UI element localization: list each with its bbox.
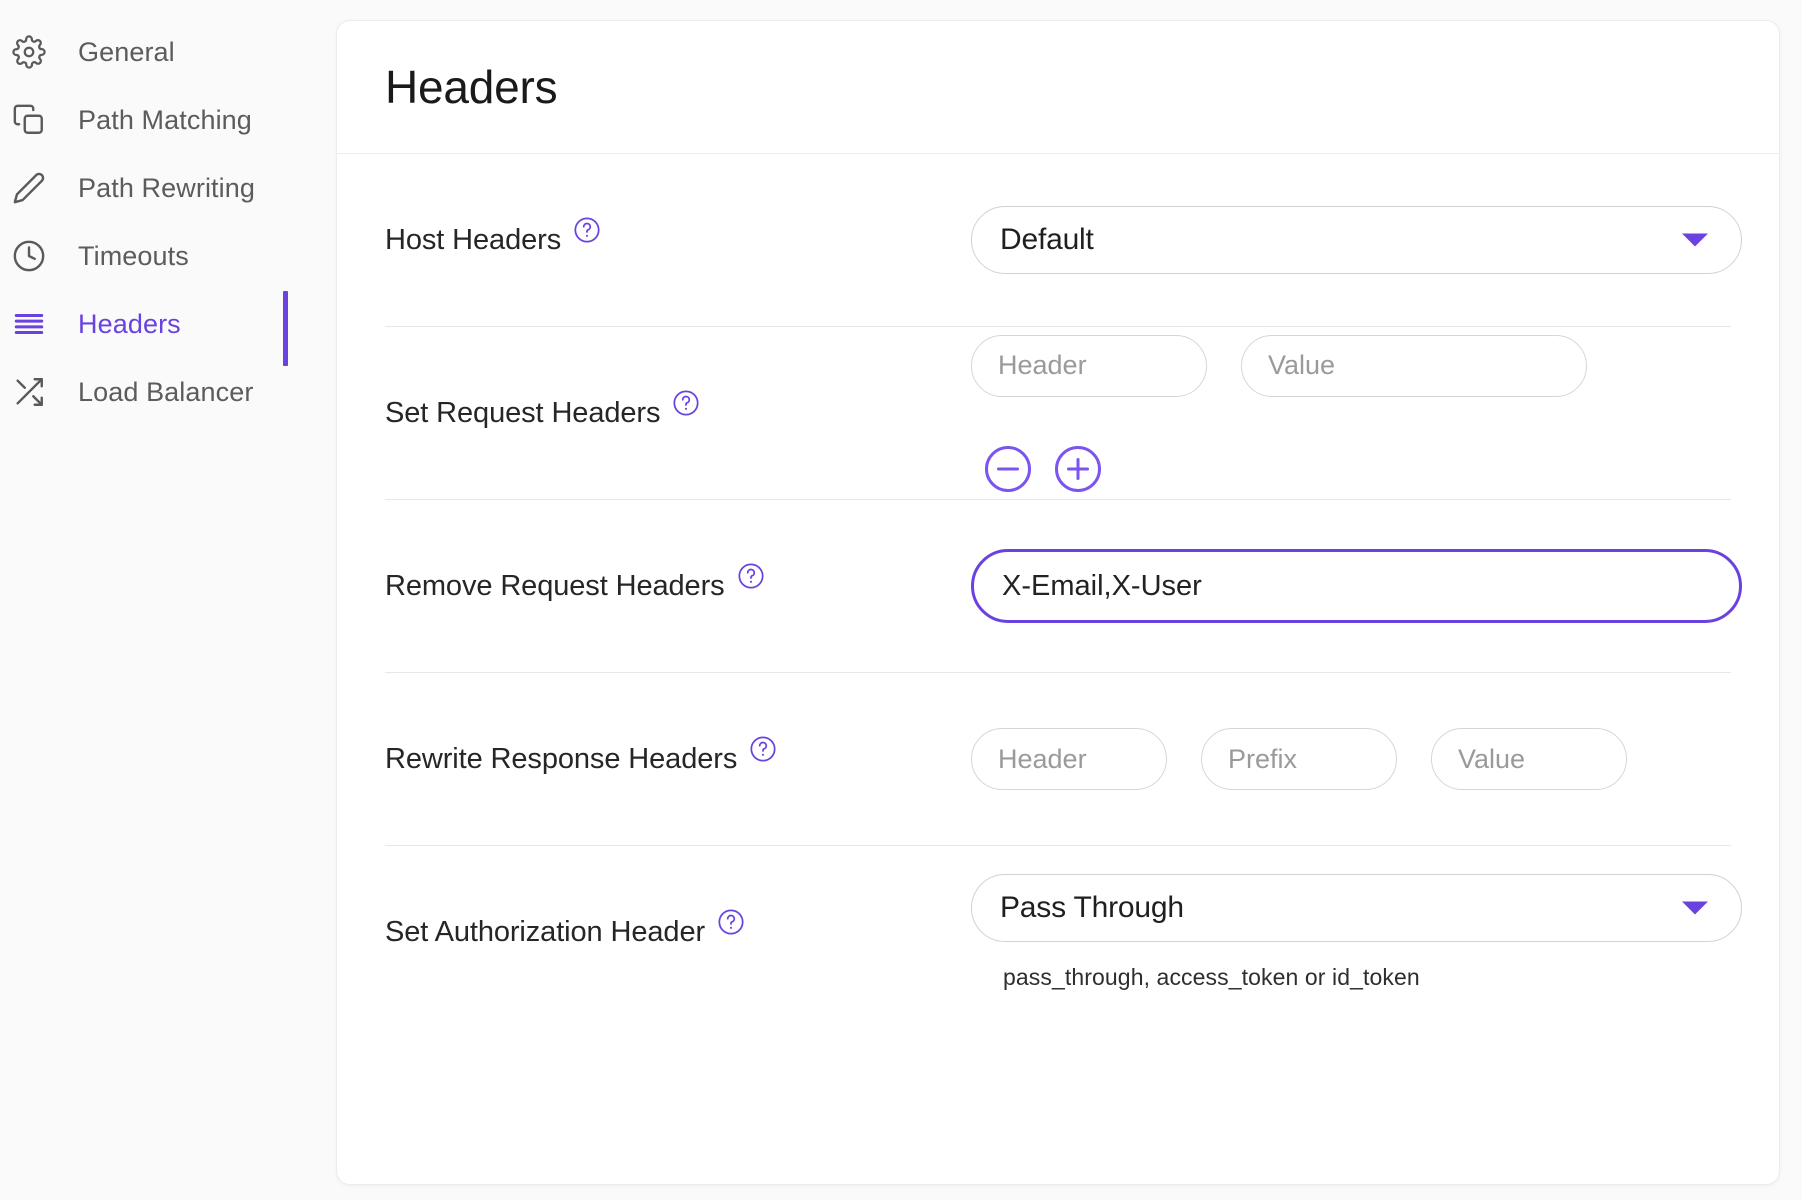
clock-icon (8, 239, 50, 273)
field-control-cell (971, 327, 1731, 499)
question-circle-icon[interactable] (573, 216, 601, 249)
settings-sidebar: General Path Matching Path Rewritin (0, 0, 335, 1200)
field-label-cell: Set Request Headers (385, 327, 971, 499)
sidebar-item-label: Headers (50, 309, 181, 340)
set-request-header-value-input[interactable] (1241, 335, 1587, 397)
question-circle-icon[interactable] (737, 562, 765, 595)
host-headers-select-box[interactable]: Default (971, 206, 1742, 274)
copy-icon (8, 103, 50, 137)
host-headers-select[interactable]: Default (971, 206, 1742, 274)
page-title: Headers (385, 60, 557, 114)
field-control-cell (971, 673, 1731, 845)
set-authorization-header-select[interactable]: Pass Through (971, 874, 1742, 942)
gear-icon (8, 35, 50, 69)
field-label-set-request-headers: Set Request Headers (385, 397, 660, 430)
card-header: Headers (337, 21, 1779, 154)
headers-settings-card: Headers Host Headers (336, 20, 1780, 1185)
field-control-cell: Pass Through pass_through, access_token … (971, 846, 1742, 1018)
set-authorization-header-select-value: Pass Through (1000, 891, 1184, 925)
minus-circle-icon[interactable] (985, 446, 1031, 492)
remove-request-headers-input[interactable] (971, 549, 1742, 623)
field-label-rewrite-response-headers: Rewrite Response Headers (385, 743, 737, 776)
sidebar-item-label: Load Balancer (50, 377, 253, 408)
field-control-cell: Default (971, 154, 1742, 326)
sidebar-item-load-balancer[interactable]: Load Balancer (0, 358, 335, 426)
field-label-host-headers: Host Headers (385, 224, 561, 257)
sidebar-item-timeouts[interactable]: Timeouts (0, 222, 335, 290)
host-headers-select-value: Default (1000, 223, 1094, 257)
rewrite-response-header-value-input[interactable] (1431, 728, 1627, 790)
settings-page: General Path Matching Path Rewritin (0, 0, 1802, 1200)
field-row-set-request-headers: Set Request Headers (385, 327, 1731, 500)
field-row-set-authorization-header: Set Authorization Header Pass Thro (385, 846, 1731, 1018)
field-row-remove-request-headers: Remove Request Headers (385, 500, 1731, 673)
pencil-icon (8, 171, 50, 205)
card-body: Host Headers Default (337, 154, 1779, 1018)
field-row-rewrite-response-headers: Rewrite Response Headers (385, 673, 1731, 846)
sidebar-item-path-rewriting[interactable]: Path Rewriting (0, 154, 335, 222)
plus-circle-icon[interactable] (1055, 446, 1101, 492)
sidebar-item-label: Path Matching (50, 105, 252, 136)
rewrite-response-header-prefix-input[interactable] (1201, 728, 1397, 790)
field-control-cell (971, 500, 1742, 672)
authorization-control-stack: Pass Through pass_through, access_token … (971, 874, 1742, 991)
question-circle-icon[interactable] (717, 908, 745, 941)
list-icon (8, 307, 50, 341)
sidebar-item-general[interactable]: General (0, 18, 335, 86)
field-label-remove-request-headers: Remove Request Headers (385, 570, 725, 603)
set-authorization-header-select-box[interactable]: Pass Through (971, 874, 1742, 942)
field-label-cell: Rewrite Response Headers (385, 673, 971, 845)
authorization-helper-text: pass_through, access_token or id_token (971, 964, 1420, 991)
active-section-indicator (283, 291, 288, 366)
sidebar-item-label: Timeouts (50, 241, 189, 272)
rewrite-response-header-name-input[interactable] (971, 728, 1167, 790)
set-request-headers-actions (985, 446, 1101, 492)
question-circle-icon[interactable] (672, 389, 700, 422)
field-label-set-authorization-header: Set Authorization Header (385, 916, 705, 949)
field-row-host-headers: Host Headers Default (385, 154, 1731, 327)
field-label-cell: Host Headers (385, 154, 971, 326)
field-label-cell: Set Authorization Header (385, 846, 971, 1018)
question-circle-icon[interactable] (749, 735, 777, 768)
sidebar-item-label: General (50, 37, 175, 68)
set-request-header-name-input[interactable] (971, 335, 1207, 397)
sidebar-item-label: Path Rewriting (50, 173, 255, 204)
field-label-cell: Remove Request Headers (385, 500, 971, 672)
sidebar-item-path-matching[interactable]: Path Matching (0, 86, 335, 154)
shuffle-icon (8, 375, 50, 409)
